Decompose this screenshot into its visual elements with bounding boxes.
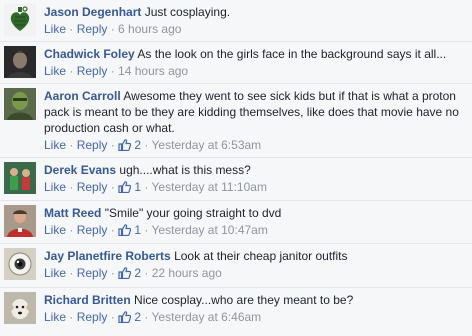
thumbs-up-icon <box>118 139 131 151</box>
comment-author[interactable]: Aaron Carroll <box>44 89 121 103</box>
separator: · <box>141 223 152 237</box>
comment-item: Richard Britten Nice cosplay...who are t… <box>0 288 472 336</box>
comment-actions: Like · Reply · 2 · Yesterday at 6:46am <box>44 309 468 325</box>
reply-button[interactable]: Reply <box>77 266 108 280</box>
like-button[interactable]: Like <box>44 180 66 194</box>
thumbs-up-icon <box>118 267 131 279</box>
comment-item: Jason Degenhart Just cosplaying. Like · … <box>0 0 472 42</box>
separator: · <box>107 223 119 237</box>
separator: · <box>66 180 77 194</box>
comment-timestamp[interactable]: 6 hours ago <box>118 22 181 36</box>
separator: · <box>107 138 119 152</box>
comment-actions: Like · Reply · 6 hours ago <box>44 21 468 37</box>
like-button[interactable]: Like <box>44 223 66 237</box>
comment-actions: Like · Reply · 2 · Yesterday at 6:53am <box>44 137 468 153</box>
separator: · <box>107 22 119 36</box>
eyeball-icon <box>4 248 36 280</box>
man-portrait-icon <box>4 46 36 78</box>
avatar[interactable] <box>4 4 36 36</box>
comment-body: Richard Britten Nice cosplay...who are t… <box>44 292 468 325</box>
reply-button[interactable]: Reply <box>77 223 108 237</box>
like-button[interactable]: Like <box>44 64 66 78</box>
separator: · <box>141 180 152 194</box>
grenade-heart-icon <box>4 4 36 36</box>
comment-body: Jay Planetfire Roberts Look at their che… <box>44 248 468 281</box>
reply-button[interactable]: Reply <box>77 180 108 194</box>
separator: · <box>107 180 119 194</box>
separator: · <box>66 223 77 237</box>
separator: · <box>141 266 152 280</box>
thumbs-up-icon <box>118 311 131 323</box>
comment-author[interactable]: Chadwick Foley <box>44 47 135 61</box>
reply-button[interactable]: Reply <box>77 64 108 78</box>
comment-timestamp[interactable]: Yesterday at 6:53am <box>152 138 262 152</box>
comment-text: As the look on the girls face in the bac… <box>137 47 447 61</box>
comment-item: Matt Reed "Smile" your going straight to… <box>0 201 472 244</box>
thumbs-up-icon <box>118 181 131 193</box>
comment-item: Aaron Carroll Awesome they went to see s… <box>0 84 472 158</box>
like-count[interactable]: 1 <box>118 180 141 194</box>
avatar[interactable] <box>4 46 36 78</box>
comment-text: Nice cosplay...who are they meant to be? <box>134 293 354 307</box>
comment-actions: Like · Reply · 1 · Yesterday at 11:10am <box>44 179 468 195</box>
thumbs-up-icon <box>118 224 131 236</box>
comment-text: "Smile" your going straight to dvd <box>104 206 282 220</box>
reply-button[interactable]: Reply <box>77 138 108 152</box>
comment-item: Chadwick Foley As the look on the girls … <box>0 42 472 84</box>
comment-actions: Like · Reply · 2 · 22 hours ago <box>44 265 468 281</box>
like-button[interactable]: Like <box>44 138 66 152</box>
like-count[interactable]: 2 <box>118 266 141 280</box>
separator: · <box>107 266 119 280</box>
separator: · <box>141 138 152 152</box>
comment-body: Chadwick Foley As the look on the girls … <box>44 46 468 79</box>
like-button[interactable]: Like <box>44 22 66 36</box>
separator: · <box>66 64 77 78</box>
like-button[interactable]: Like <box>44 266 66 280</box>
avatar[interactable] <box>4 292 36 324</box>
comment-text: Look at their cheap janitor outfits <box>174 249 348 263</box>
comment-body: Matt Reed "Smile" your going straight to… <box>44 205 468 238</box>
green-character-icon <box>4 88 36 120</box>
like-count[interactable]: 1 <box>118 223 141 237</box>
like-count[interactable]: 2 <box>118 138 141 152</box>
like-button[interactable]: Like <box>44 310 66 324</box>
comment-body: Derek Evans ugh....what is this mess? Li… <box>44 162 468 195</box>
comment-text: ugh....what is this mess? <box>119 163 251 177</box>
comment-author[interactable]: Matt Reed <box>44 206 101 220</box>
separator: · <box>66 22 77 36</box>
separator: · <box>107 310 119 324</box>
separator: · <box>66 138 77 152</box>
man-red-shirt-icon <box>4 205 36 237</box>
comment-body: Aaron Carroll Awesome they went to see s… <box>44 88 468 153</box>
comment-timestamp[interactable]: Yesterday at 6:46am <box>152 310 262 324</box>
comment-body: Jason Degenhart Just cosplaying. Like · … <box>44 4 468 37</box>
comment-author[interactable]: Jason Degenhart <box>44 5 141 19</box>
comment-timestamp[interactable]: Yesterday at 11:10am <box>152 180 267 194</box>
comment-item: Derek Evans ugh....what is this mess? Li… <box>0 158 472 201</box>
separator: · <box>141 310 152 324</box>
comment-item: Jay Planetfire Roberts Look at their che… <box>0 244 472 288</box>
comment-timestamp[interactable]: 14 hours ago <box>118 64 188 78</box>
comment-timestamp[interactable]: Yesterday at 10:47am <box>152 223 268 237</box>
comment-text: Just cosplaying. <box>144 5 231 19</box>
comment-actions: Like · Reply · 1 · Yesterday at 10:47am <box>44 222 468 238</box>
costume-figures-icon <box>4 162 36 194</box>
avatar[interactable] <box>4 205 36 237</box>
separator: · <box>66 310 77 324</box>
separator: · <box>107 64 119 78</box>
avatar[interactable] <box>4 88 36 120</box>
like-count[interactable]: 2 <box>118 310 141 324</box>
reply-button[interactable]: Reply <box>77 310 108 324</box>
comment-actions: Like · Reply · 14 hours ago <box>44 63 468 79</box>
comment-author[interactable]: Jay Planetfire Roberts <box>44 249 171 263</box>
avatar[interactable] <box>4 162 36 194</box>
comment-author[interactable]: Richard Britten <box>44 293 131 307</box>
separator: · <box>66 266 77 280</box>
reply-button[interactable]: Reply <box>77 22 108 36</box>
comment-author[interactable]: Derek Evans <box>44 163 116 177</box>
comment-timestamp[interactable]: 22 hours ago <box>152 266 222 280</box>
avatar[interactable] <box>4 248 36 280</box>
dog-icon <box>4 292 36 324</box>
